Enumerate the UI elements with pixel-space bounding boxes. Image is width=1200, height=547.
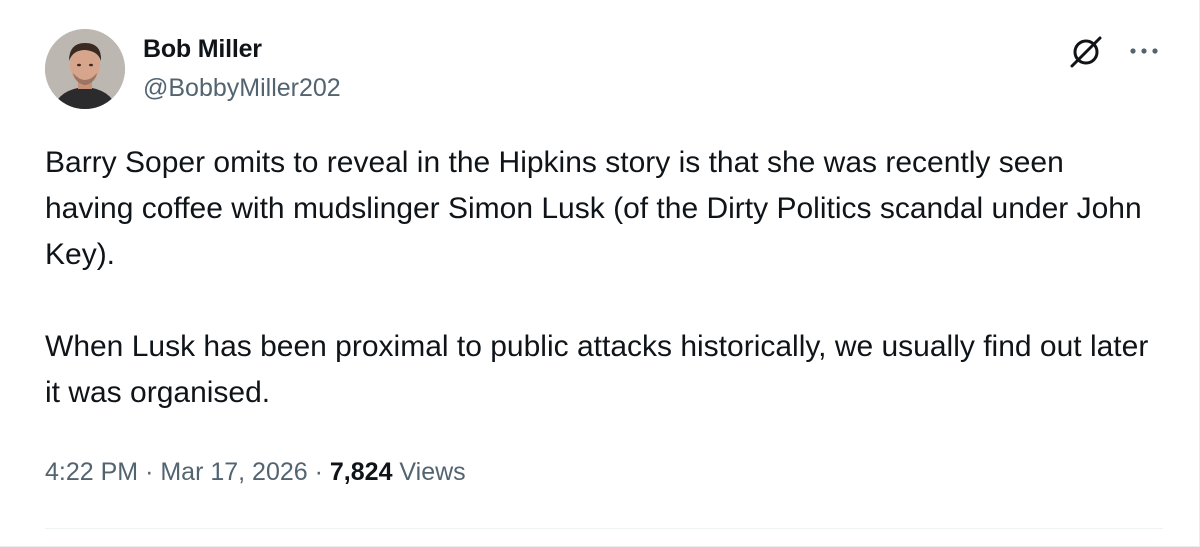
tweet-text: Barry Soper omits to reveal in the Hipki… [45, 140, 1155, 416]
grok-icon[interactable] [1066, 32, 1106, 72]
avatar-image [45, 29, 125, 109]
meta-separator: · [314, 458, 323, 486]
tweet-date[interactable]: Mar 17, 2026 [160, 458, 307, 486]
tweet-card: Bob Miller @BobbyMiller202 Barry Soper o… [0, 0, 1200, 547]
tweet-paragraph: Barry Soper omits to reveal in the Hipki… [45, 146, 1142, 271]
tweet-time[interactable]: 4:22 PM [45, 458, 138, 486]
tweet-paragraph: When Lusk has been proximal to public at… [45, 330, 1149, 409]
avatar[interactable] [45, 29, 125, 109]
tweet-meta: 4:22 PM · Mar 17, 2026 · 7,824 Views [45, 458, 466, 487]
views-label: Views [399, 458, 466, 486]
divider [45, 528, 1163, 529]
author-display-name[interactable]: Bob Miller [143, 35, 262, 64]
views-count[interactable]: 7,824 [330, 458, 393, 486]
meta-separator: · [145, 458, 154, 486]
more-icon[interactable] [1124, 36, 1164, 66]
author-handle[interactable]: @BobbyMiller202 [143, 74, 341, 103]
